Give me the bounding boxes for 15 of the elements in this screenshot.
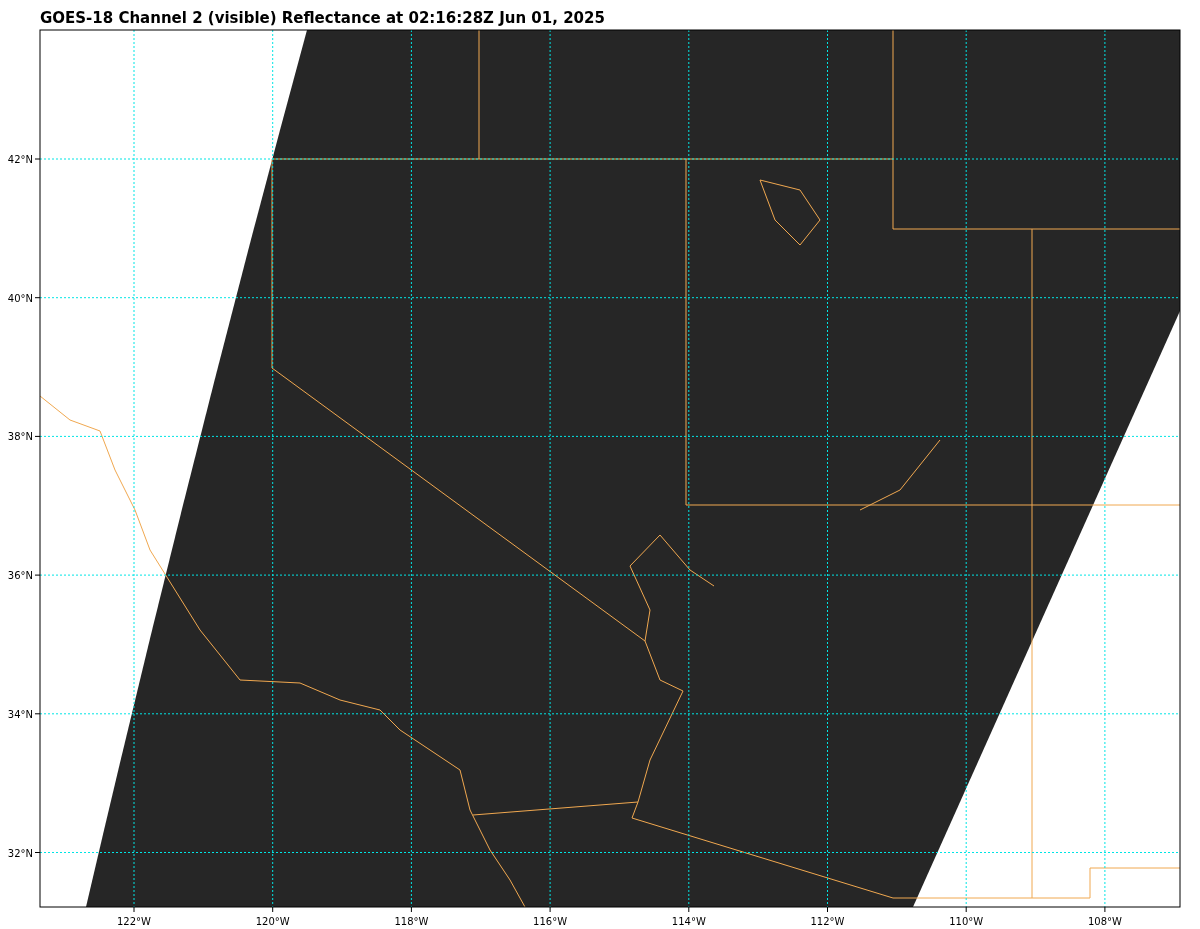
longitude-label: 108°W: [1087, 916, 1122, 927]
longitude-label: 118°W: [394, 916, 429, 927]
longitude-label: 122°W: [117, 916, 151, 927]
longitude-label: 114°W: [671, 916, 706, 927]
longitude-label: 112°W: [810, 916, 845, 927]
latitude-label: 38°N: [7, 431, 33, 443]
latitude-label: 32°N: [7, 847, 33, 859]
map-title: GOES-18 Channel 2 (visible) Reflectance at 02:16:28Z Jun 01, 2025: [40, 10, 605, 26]
longitude-label: 116°W: [533, 916, 568, 927]
longitude-label: 110°W: [949, 916, 984, 927]
latitude-label: 42°N: [7, 154, 33, 165]
latitude-label: 36°N: [7, 570, 33, 582]
longitude-label: 120°W: [255, 916, 290, 927]
latitude-label: 40°N: [7, 292, 33, 304]
latitude-label: 34°N: [7, 708, 33, 720]
